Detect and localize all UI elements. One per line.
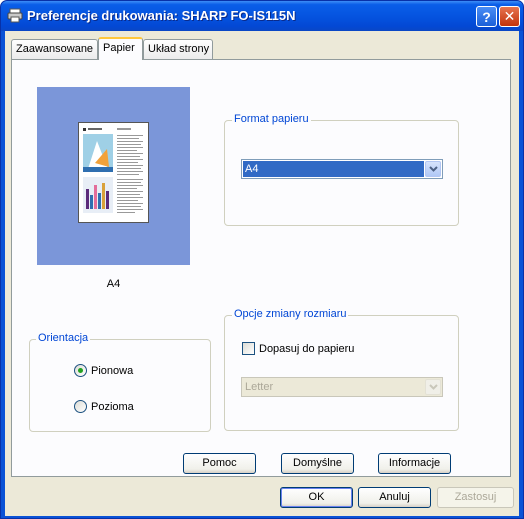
landscape-radio[interactable]	[74, 400, 87, 413]
apply-button[interactable]: Zastosuj	[437, 487, 514, 508]
page-thumbnail-image	[83, 128, 143, 213]
help-title-button[interactable]: ?	[476, 6, 497, 27]
paper-size-value: Letter	[245, 381, 274, 393]
window-title: Preferencje drukowania: SHARP FO-IS115N	[27, 8, 296, 23]
chevron-down-icon[interactable]	[425, 161, 441, 177]
tab-zaawansowane[interactable]: Zaawansowane	[11, 39, 98, 59]
resize-options-group: Opcje zmiany rozmiaru Dopasuj do papieru…	[224, 308, 459, 431]
tab-panel-papier: A4 Format papieru A4 Opcje zmiany rozmia…	[11, 59, 511, 477]
dialog-window: Preferencje drukowania: SHARP FO-IS115N …	[0, 0, 524, 519]
landscape-label: Pozioma	[91, 400, 134, 413]
chevron-down-icon[interactable]	[425, 379, 441, 395]
resize-options-legend: Opcje zmiany rozmiaru	[232, 308, 349, 320]
orientation-group: Orientacja Pionowa Pozioma	[29, 332, 211, 432]
ok-button[interactable]: OK	[280, 487, 353, 508]
portrait-label: Pionowa	[91, 364, 134, 377]
paper-format-group: Format papieru A4	[224, 113, 459, 226]
defaults-button[interactable]: Domyślne	[281, 453, 354, 474]
fit-to-paper-checkbox-row[interactable]: Dopasuj do papieru	[242, 342, 354, 355]
paper-format-value: A4	[243, 161, 424, 177]
title-bar[interactable]: Preferencje drukowania: SHARP FO-IS115N …	[1, 1, 523, 31]
help-icon: ?	[482, 8, 491, 25]
cancel-button[interactable]: Anuluj	[358, 487, 431, 508]
help-button[interactable]: Pomoc	[183, 453, 256, 474]
paper-format-legend: Format papieru	[232, 113, 311, 125]
page-thumbnail	[78, 122, 149, 223]
info-button[interactable]: Informacje	[378, 453, 451, 474]
fit-to-paper-label: Dopasuj do papieru	[259, 342, 355, 355]
printer-icon	[7, 8, 23, 23]
preview-paper-label: A4	[106, 278, 121, 290]
orientation-portrait-row[interactable]: Pionowa	[74, 364, 133, 377]
dialog-client: Zaawansowane Papier Układ strony A4 Form…	[5, 31, 519, 516]
paper-format-select[interactable]: A4	[241, 159, 443, 179]
paper-size-select[interactable]: Letter	[241, 377, 443, 397]
tab-papier[interactable]: Papier	[98, 37, 143, 60]
close-title-button[interactable]: ✕	[499, 6, 520, 27]
paper-preview	[37, 87, 190, 265]
tab-uklad-strony[interactable]: Układ strony	[143, 39, 213, 59]
orientation-legend: Orientacja	[36, 332, 91, 344]
portrait-radio[interactable]	[74, 364, 87, 377]
orientation-landscape-row[interactable]: Pozioma	[74, 400, 134, 413]
fit-to-paper-checkbox[interactable]	[242, 342, 255, 355]
close-icon: ✕	[503, 8, 516, 24]
